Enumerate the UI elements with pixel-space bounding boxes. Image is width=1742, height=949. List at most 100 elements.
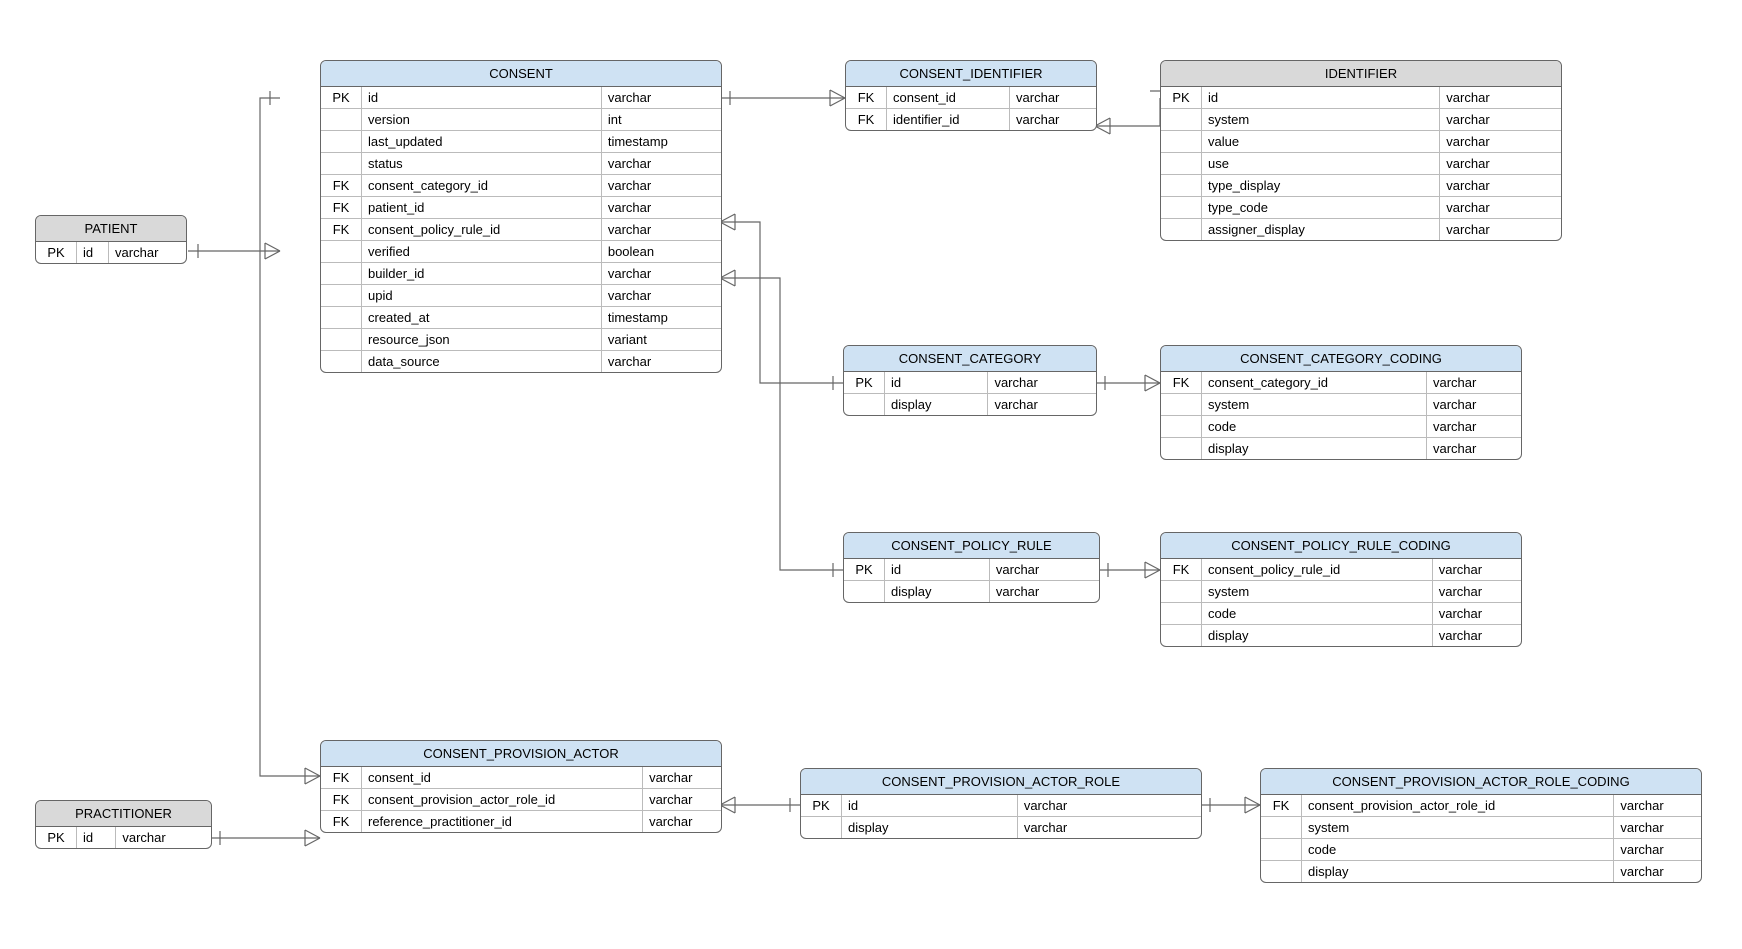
entity-consent-provision-actor-role: CONSENT_PROVISION_ACTOR_ROLE PKidvarchar… xyxy=(800,768,1202,839)
col-type: timestamp xyxy=(601,307,721,329)
col-key xyxy=(1161,603,1202,625)
table-row: PK id varchar xyxy=(36,827,211,848)
col-type: varchar xyxy=(116,827,211,848)
col-key xyxy=(1161,131,1202,153)
entity-consent: CONSENT PKidvarchar versionint last_upda… xyxy=(320,60,722,373)
columns-table: PKidvarchar versionint last_updatedtimes… xyxy=(321,87,721,372)
col-type: varchar xyxy=(601,351,721,373)
col-type: varchar xyxy=(601,153,721,175)
entity-consent-provision-actor: CONSENT_PROVISION_ACTOR FKconsent_idvarc… xyxy=(320,740,722,833)
table-row: displayvarchar xyxy=(1261,861,1701,883)
col-type: varchar xyxy=(1614,839,1701,861)
table-row: type_displayvarchar xyxy=(1161,175,1561,197)
table-row: FKconsent_policy_rule_idvarchar xyxy=(1161,559,1521,581)
entity-identifier: IDENTIFIER PKidvarchar systemvarchar val… xyxy=(1160,60,1562,241)
table-row: type_codevarchar xyxy=(1161,197,1561,219)
col-key: FK xyxy=(321,175,362,197)
entity-consent-provision-actor-role-coding: CONSENT_PROVISION_ACTOR_ROLE_CODING FKco… xyxy=(1260,768,1702,883)
columns-table: FKconsent_policy_rule_idvarchar systemva… xyxy=(1161,559,1521,646)
col-name: consent_provision_actor_role_id xyxy=(1302,795,1614,817)
table-row: systemvarchar xyxy=(1161,109,1561,131)
entity-consent-policy-rule-coding: CONSENT_POLICY_RULE_CODING FKconsent_pol… xyxy=(1160,532,1522,647)
col-name: id xyxy=(842,795,1018,817)
col-key xyxy=(321,263,362,285)
col-key: FK xyxy=(321,811,362,833)
table-row: PKidvarchar xyxy=(1161,87,1561,109)
col-type: varchar xyxy=(1440,87,1561,109)
table-row: FKconsent_category_idvarchar xyxy=(321,175,721,197)
col-key xyxy=(321,307,362,329)
col-key xyxy=(1261,817,1302,839)
col-key: FK xyxy=(321,789,362,811)
col-name: consent_id xyxy=(887,87,1010,109)
col-type: varchar xyxy=(1426,416,1521,438)
col-key xyxy=(1161,438,1202,460)
entity-header: CONSENT_PROVISION_ACTOR_ROLE_CODING xyxy=(1261,769,1701,795)
col-type: varchar xyxy=(989,559,1099,581)
col-key: FK xyxy=(1161,372,1202,394)
col-key: FK xyxy=(321,767,362,789)
col-key xyxy=(321,351,362,373)
columns-table: FKconsent_provision_actor_role_idvarchar… xyxy=(1261,795,1701,882)
entity-header: CONSENT_POLICY_RULE xyxy=(844,533,1099,559)
col-key xyxy=(1161,394,1202,416)
entity-header: IDENTIFIER xyxy=(1161,61,1561,87)
col-type: varchar xyxy=(601,197,721,219)
table-row: displayvarchar xyxy=(844,581,1099,603)
columns-table: FKconsent_category_idvarchar systemvarch… xyxy=(1161,372,1521,459)
col-name: consent_category_id xyxy=(1202,372,1427,394)
col-type: varchar xyxy=(601,285,721,307)
col-key xyxy=(1161,219,1202,241)
col-key xyxy=(1161,153,1202,175)
col-name: consent_category_id xyxy=(362,175,602,197)
col-type: varchar xyxy=(601,219,721,241)
table-row: displayvarchar xyxy=(1161,625,1521,647)
columns-table: PKidvarchar displayvarchar xyxy=(801,795,1201,838)
col-type: timestamp xyxy=(601,131,721,153)
entity-header: CONSENT_PROVISION_ACTOR_ROLE xyxy=(801,769,1201,795)
col-name: use xyxy=(1202,153,1440,175)
col-key: PK xyxy=(844,372,885,394)
col-key: FK xyxy=(1261,795,1302,817)
col-key xyxy=(1161,581,1202,603)
col-type: varchar xyxy=(1440,109,1561,131)
table-row: codevarchar xyxy=(1161,603,1521,625)
table-row: displayvarchar xyxy=(1161,438,1521,460)
col-name: data_source xyxy=(362,351,602,373)
table-row: displayvarchar xyxy=(801,817,1201,839)
entity-consent-identifier: CONSENT_IDENTIFIER FKconsent_idvarchar F… xyxy=(845,60,1097,131)
columns-table: FKconsent_idvarchar FKconsent_provision_… xyxy=(321,767,721,832)
entity-patient: PATIENT PK id varchar xyxy=(35,215,187,264)
col-name: consent_policy_rule_id xyxy=(362,219,602,241)
col-key xyxy=(321,153,362,175)
columns-table: PKidvarchar displayvarchar xyxy=(844,372,1096,415)
col-type: varchar xyxy=(988,394,1096,416)
col-type: int xyxy=(601,109,721,131)
col-type: varchar xyxy=(601,263,721,285)
col-type: varchar xyxy=(1010,109,1096,131)
col-name: display xyxy=(885,581,990,603)
table-row: created_attimestamp xyxy=(321,307,721,329)
col-name: resource_json xyxy=(362,329,602,351)
col-key xyxy=(321,329,362,351)
col-name: value xyxy=(1202,131,1440,153)
col-type: varchar xyxy=(1017,817,1201,839)
col-key: PK xyxy=(36,242,77,263)
col-name: upid xyxy=(362,285,602,307)
col-key xyxy=(1161,625,1202,647)
table-row: PKidvarchar xyxy=(801,795,1201,817)
col-type: varchar xyxy=(643,767,721,789)
table-row: builder_idvarchar xyxy=(321,263,721,285)
col-key xyxy=(1161,197,1202,219)
col-key: PK xyxy=(36,827,77,848)
col-name: last_updated xyxy=(362,131,602,153)
col-name: display xyxy=(1302,861,1614,883)
col-name: id xyxy=(885,372,988,394)
col-name: display xyxy=(1202,438,1427,460)
col-type: varchar xyxy=(1426,438,1521,460)
table-row: PK id varchar xyxy=(36,242,186,263)
col-type: varchar xyxy=(1432,625,1521,647)
col-type: varchar xyxy=(1614,861,1701,883)
table-row: versionint xyxy=(321,109,721,131)
col-key xyxy=(321,131,362,153)
